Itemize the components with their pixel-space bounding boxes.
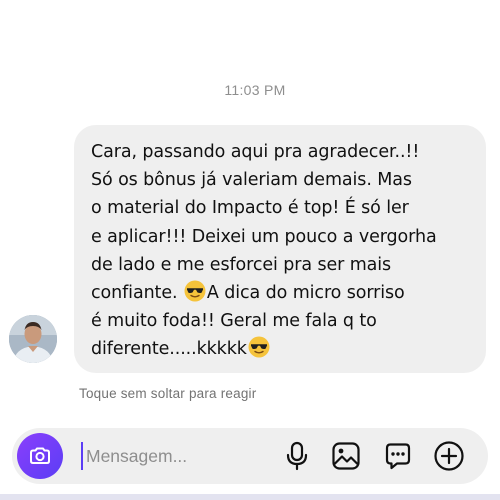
- voice-message-button[interactable]: [280, 439, 314, 473]
- bottom-edge: [0, 494, 500, 500]
- message-composer: [12, 428, 488, 484]
- received-message-row: Cara, passando aqui pra agradecer..!! Só…: [0, 125, 500, 375]
- sunglasses-emoji-icon: [248, 336, 270, 358]
- message-text: Cara, passando aqui pra agradecer..!! Só…: [91, 138, 472, 364]
- chat-screen: 11:03 PM Cara, passando aqui pra agradec…: [0, 0, 500, 500]
- message-line: confiante.: [91, 283, 183, 304]
- camera-button[interactable]: [17, 433, 63, 479]
- message-line: Só os bônus já valeriam demais. Mas: [91, 170, 412, 191]
- message-timestamp: 11:03 PM: [224, 82, 286, 98]
- sender-avatar[interactable]: [9, 315, 57, 363]
- gallery-button[interactable]: [329, 439, 363, 473]
- message-line: A dica do micro sorriso: [206, 283, 405, 304]
- message-input[interactable]: [86, 442, 276, 470]
- message-line: Cara, passando aqui pra agradecer..!!: [91, 142, 420, 162]
- reaction-hint: Toque sem soltar para reagir: [79, 386, 257, 401]
- text-cursor: [81, 442, 83, 470]
- message-bubble[interactable]: Cara, passando aqui pra agradecer..!! Só…: [74, 125, 486, 373]
- image-icon: [332, 442, 360, 470]
- plus-icon: [434, 441, 464, 471]
- avatar-photo: [9, 315, 57, 363]
- sticker-icon: [385, 443, 411, 470]
- microphone-icon: [286, 441, 308, 471]
- message-line: e aplicar!!! Deixei um pouco a vergorha: [91, 226, 437, 247]
- sunglasses-emoji-icon: [184, 280, 206, 302]
- message-line: é muito foda!! Geral me fala q to: [91, 311, 377, 332]
- camera-icon: [30, 447, 50, 464]
- message-line: o material do Impacto é top! É só ler: [91, 198, 409, 219]
- message-line: diferente.....kkkkk: [91, 339, 247, 360]
- sticker-button[interactable]: [381, 439, 415, 473]
- message-line: de lado e me esforcei pra ser mais: [91, 254, 392, 275]
- more-options-button[interactable]: [432, 439, 466, 473]
